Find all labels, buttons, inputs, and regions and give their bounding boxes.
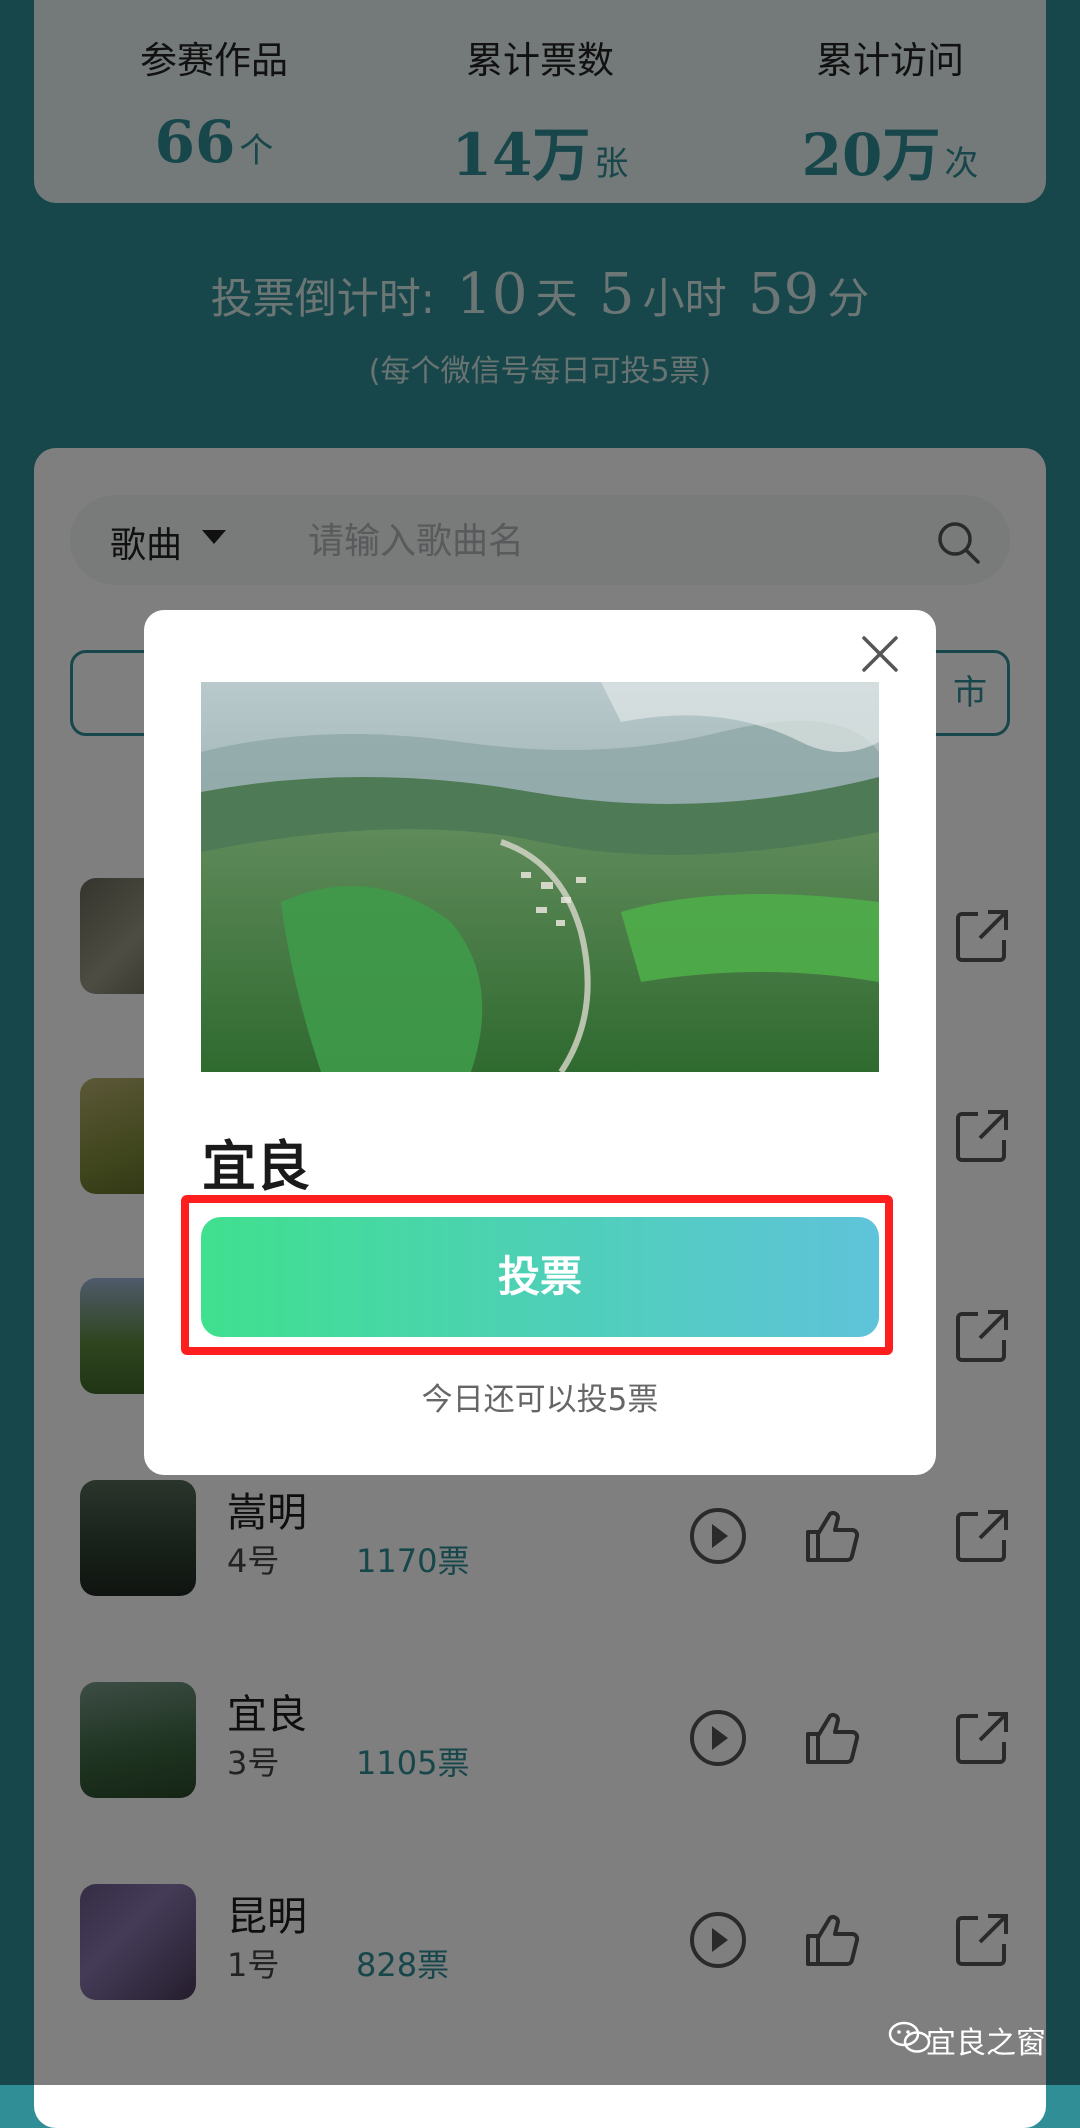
entry-cover-image: [201, 682, 879, 1072]
votes-remaining-text: 今日还可以投5票: [421, 1382, 659, 1418]
close-icon[interactable]: [858, 632, 902, 676]
watermark: 宜良之窗: [926, 2026, 1046, 2061]
vote-button[interactable]: 投票: [201, 1217, 879, 1337]
modal-title: 宜良: [202, 1135, 310, 1198]
